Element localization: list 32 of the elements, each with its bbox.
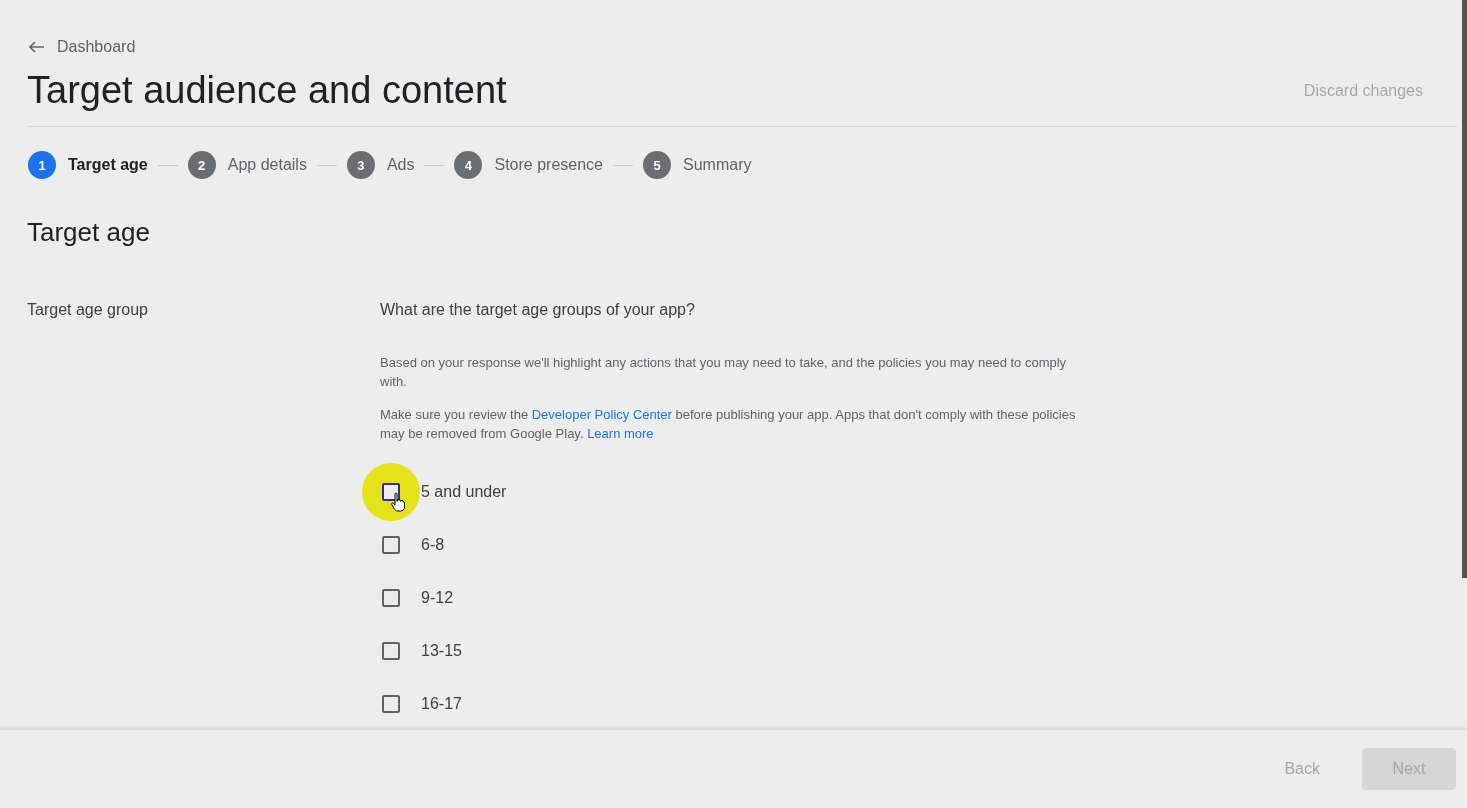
age-group-label: 16-17 xyxy=(421,695,462,713)
age-group-label: 9-12 xyxy=(421,589,454,607)
step-number[interactable]: 5 xyxy=(643,151,671,179)
field-label: Target age group xyxy=(27,301,149,320)
policy-link[interactable]: Learn more xyxy=(587,426,654,441)
step-label[interactable]: Ads xyxy=(386,156,415,174)
step-label[interactable]: Summary xyxy=(683,156,752,174)
back-arrow-icon xyxy=(29,41,45,53)
section-title: Target age xyxy=(27,217,151,248)
checkbox[interactable] xyxy=(382,695,400,713)
step-label[interactable]: Target age xyxy=(68,156,148,174)
question-text: What are the target age groups of your app? xyxy=(380,301,696,319)
step-number[interactable]: 1 xyxy=(28,151,56,179)
dashboard-back-link[interactable]: Dashboard xyxy=(29,38,136,56)
step-label[interactable]: Store presence xyxy=(494,156,603,174)
age-group-label: 5 and under xyxy=(421,483,507,501)
page-title: Target audience and content xyxy=(27,69,507,112)
scrollbar-thumb[interactable] xyxy=(1462,0,1467,578)
step-label[interactable]: App details xyxy=(227,156,307,174)
checkbox[interactable] xyxy=(382,536,400,554)
checkbox[interactable] xyxy=(382,483,400,501)
hand-cursor-icon xyxy=(391,492,405,512)
info-paragraph: Based on your response we'll highlight any actions that you may need to take, and the policies you may need to comply with. xyxy=(380,354,1068,391)
policy-link[interactable]: Developer Policy Center xyxy=(531,407,672,422)
policy-notice-paragraph: Make sure you review the Developer Policy Center before publishing your app. Apps that don't comply with these policies may be removed from Google Play. Learn more xyxy=(380,406,1077,443)
age-group-label: 13-15 xyxy=(421,642,462,660)
step-number[interactable]: 4 xyxy=(454,151,483,179)
age-group-label: 6-8 xyxy=(421,536,445,554)
step-number[interactable]: 2 xyxy=(187,151,216,179)
step-number[interactable]: 3 xyxy=(346,151,375,179)
checkbox[interactable] xyxy=(382,642,400,660)
checkbox[interactable] xyxy=(382,589,400,607)
